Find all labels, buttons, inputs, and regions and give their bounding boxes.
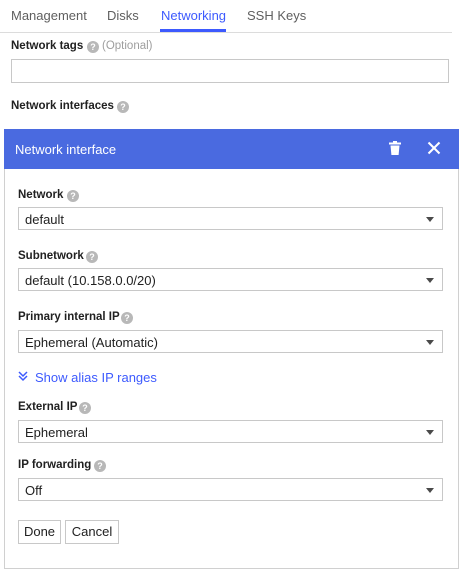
help-icon[interactable]: ?: [86, 251, 98, 263]
subnetwork-select[interactable]: default (10.158.0.0/20): [18, 268, 443, 291]
external-ip-value: Ephemeral: [25, 425, 88, 440]
network-interfaces-label: Network interfaces: [11, 100, 114, 112]
caret-down-icon: [426, 340, 434, 345]
help-icon[interactable]: ?: [87, 41, 99, 53]
cancel-button[interactable]: Cancel: [65, 520, 119, 544]
external-ip-label: External IP: [18, 401, 78, 413]
caret-down-icon: [426, 488, 434, 493]
tab-bar: Management Disks Networking SSH Keys: [0, 0, 452, 33]
panel-title: Network interface: [15, 142, 117, 157]
caret-down-icon: [426, 217, 434, 222]
tab-management[interactable]: Management: [11, 8, 87, 23]
done-button[interactable]: Done: [18, 520, 61, 544]
alias-link-text: Show alias IP ranges: [35, 370, 157, 385]
trash-icon[interactable]: [389, 141, 401, 158]
network-select[interactable]: default: [18, 207, 443, 230]
ip-forwarding-select[interactable]: Off: [18, 478, 443, 501]
caret-down-icon: [426, 430, 434, 435]
external-ip-select[interactable]: Ephemeral: [18, 420, 443, 443]
help-icon[interactable]: ?: [67, 190, 79, 202]
double-chevron-down-icon: [18, 370, 28, 385]
network-tags-label: Network tags: [11, 40, 84, 52]
active-tab-indicator: [160, 29, 226, 32]
ip-forwarding-label: IP forwarding: [18, 459, 92, 471]
network-tags-input[interactable]: [11, 59, 449, 83]
optional-label: (Optional): [102, 40, 153, 52]
subnetwork-label: Subnetwork: [18, 250, 84, 262]
help-icon[interactable]: ?: [94, 460, 106, 472]
subnetwork-value: default (10.158.0.0/20): [25, 273, 156, 288]
network-value: default: [25, 212, 65, 227]
primary-ip-label: Primary internal IP: [18, 311, 120, 323]
caret-down-icon: [426, 278, 434, 283]
primary-ip-value: Ephemeral (Automatic): [25, 335, 158, 350]
ip-forwarding-value: Off: [25, 483, 43, 498]
tab-disks[interactable]: Disks: [107, 8, 139, 23]
primary-ip-select[interactable]: Ephemeral (Automatic): [18, 330, 443, 353]
network-label: Network: [18, 189, 64, 201]
help-icon[interactable]: ?: [117, 101, 129, 113]
help-icon[interactable]: ?: [79, 402, 91, 414]
tab-networking[interactable]: Networking: [161, 8, 226, 23]
help-icon[interactable]: ?: [121, 312, 133, 324]
tab-ssh-keys[interactable]: SSH Keys: [247, 8, 306, 23]
panel-header: Network interface: [4, 129, 459, 169]
close-icon[interactable]: [427, 141, 441, 158]
